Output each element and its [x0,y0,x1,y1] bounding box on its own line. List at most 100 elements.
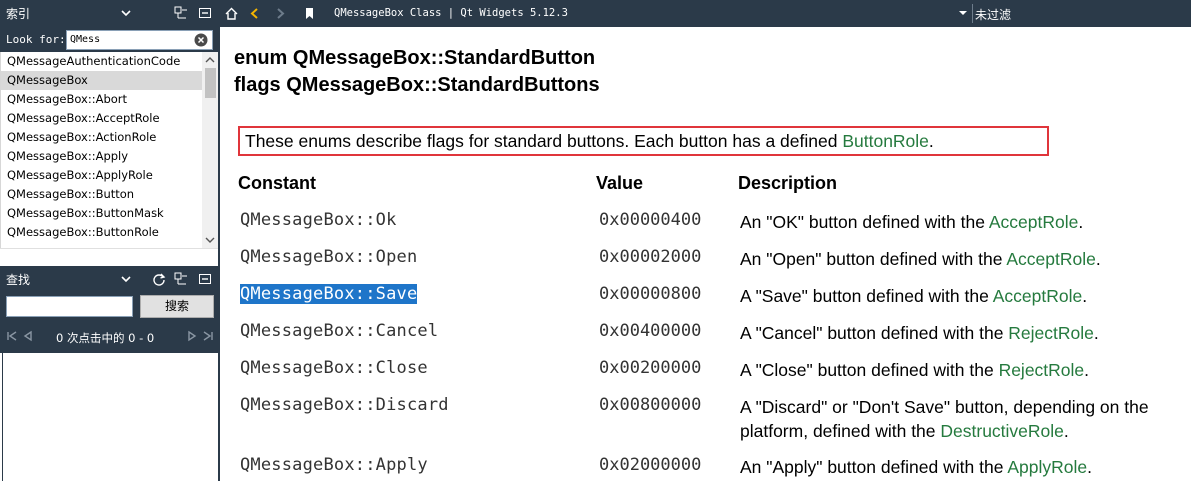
role-link[interactable]: AcceptRole [989,212,1079,232]
value-cell: 0x00800000 [599,395,702,415]
index-scrollbar[interactable] [202,52,218,248]
next-page-icon[interactable] [186,330,198,342]
search-panel-header: 查找 [0,266,218,293]
clear-icon[interactable] [194,33,208,47]
description-cell: A "Discard" or "Don't Save" button, depe… [740,395,1188,443]
sync-icon[interactable] [152,272,166,286]
toolbar-divider [972,4,973,23]
description-suffix: . [1082,286,1088,306]
role-link[interactable]: AcceptRole [993,286,1083,306]
role-link[interactable]: ApplyRole [1007,457,1087,477]
index-panel-header: 索引 [0,0,218,27]
value-cell: 0x00000800 [599,284,702,304]
column-header-value: Value [596,173,644,193]
description-suffix: . [1095,249,1101,269]
constant-cell: QMessageBox::Close [240,358,428,378]
constant-cell: QMessageBox::Ok [240,210,397,230]
chevron-down-icon[interactable] [958,8,968,18]
search-panel-title: 查找 [6,273,31,287]
role-link[interactable]: RejectRole [999,360,1085,380]
index-list-item[interactable]: QMessageBox::ButtonRole [1,223,202,242]
index-list-item[interactable]: QMessageBox::Button [1,185,202,204]
close-panel-icon[interactable] [198,6,212,20]
index-panel-title: 索引 [6,7,31,21]
collapse-all-icon[interactable] [174,272,188,286]
intro-highlight-box: These enums describe flags for standard … [238,126,1049,156]
value-cell: 0x00000400 [599,210,702,230]
constant-cell: QMessageBox::Open [240,247,418,267]
scroll-down-icon[interactable] [204,234,216,246]
index-list[interactable]: QMessageAuthenticationCode QMessageBox QMe… [0,52,202,248]
index-list-item[interactable]: QMessageBox::ActionRole [1,128,202,147]
description-cell: A "Save" button defined with the AcceptR… [740,284,1188,308]
search-input[interactable] [6,296,133,317]
description-cell: An "OK" button defined with the AcceptRo… [740,210,1188,234]
index-list-item[interactable]: QMessageBox::AcceptRole [1,109,202,128]
first-page-icon[interactable] [6,330,18,342]
chevron-down-icon[interactable] [120,7,132,19]
description-text: An "OK" button defined with the [740,212,989,232]
description-text: An "Open" button defined with the [740,249,1007,269]
results-pager: 0 次点击中的 0 - 0 [0,321,218,353]
intro-suffix: . [928,131,934,151]
description-text: An "Apply" button defined with the [740,457,1008,477]
column-header-description: Description [738,173,838,193]
doc-toolbar: QMessageBox Class | Qt Widgets 5.12.3 未过… [220,0,1191,27]
filter-dropdown[interactable]: 未过滤 [975,6,1011,23]
index-scroll-thumb[interactable] [205,68,216,98]
description-text: A "Cancel" button defined with the [740,323,1009,343]
prev-page-icon[interactable] [22,330,34,342]
description-suffix: . [1084,360,1090,380]
index-panel: 索引 Look for: QMess QMessageAuthenticatio… [0,0,218,481]
value-cell: 0x00200000 [599,358,702,378]
back-icon[interactable] [248,6,263,21]
constant-cell: QMessageBox::Cancel [240,321,439,341]
description-suffix: . [1087,457,1092,477]
value-cell: 0x00400000 [599,321,702,341]
look-for-bar: Look for: QMess [0,27,218,52]
constant-cell: QMessageBox::Apply [240,455,428,475]
value-cell: 0x00002000 [599,247,702,267]
role-link[interactable]: DestructiveRole [940,421,1064,441]
index-list-item[interactable]: QMessageAuthenticationCode [1,52,202,71]
role-link[interactable]: RejectRole [1008,323,1094,343]
collapse-all-icon[interactable] [174,6,188,20]
role-link[interactable]: AcceptRole [1006,249,1096,269]
description-cell: An "Open" button defined with the Accept… [740,247,1188,271]
enum-heading: enum QMessageBox::StandardButton [234,47,596,69]
scroll-up-icon[interactable] [204,54,216,66]
index-list-item[interactable]: QMessageBox::ButtonMask [1,204,202,223]
description-cell: A "Cancel" button defined with the Rejec… [740,321,1188,345]
description-text: A "Save" button defined with the [740,286,993,306]
doc-content: enum QMessageBox::StandardButton flags Q… [220,27,1191,481]
pager-text: 0 次点击中的 0 - 0 [56,331,155,345]
bookmark-icon[interactable] [302,6,317,21]
index-list-item[interactable]: QMessageBox::Abort [1,90,202,109]
index-horizontal-scrollbar[interactable] [0,248,218,265]
index-list-item[interactable]: QMessageBox [1,71,202,90]
flags-heading: flags QMessageBox::StandardButtons [234,74,600,96]
constant-cell: QMessageBox::Save [240,284,418,304]
search-results[interactable] [2,353,218,481]
index-list-item[interactable]: QMessageBox::Apply [1,147,202,166]
column-header-constant: Constant [238,173,316,193]
search-bar: 搜索 [0,293,218,321]
description-suffix: . [1078,212,1084,232]
forward-icon[interactable] [272,6,287,21]
button-role-link[interactable]: ButtonRole [842,131,929,151]
description-text: A "Close" button defined with the [740,360,999,380]
index-list-item[interactable]: QMessageBox::ApplyRole [1,166,202,185]
search-button[interactable]: 搜索 [140,295,214,318]
description-cell: An "Apply" button defined with the Apply… [740,455,1188,479]
description-cell: A "Close" button defined with the Reject… [740,358,1188,382]
intro-text: These enums describe flags for standard … [245,131,934,152]
look-for-input[interactable]: QMess [66,30,213,50]
look-for-label: Look for: [6,33,66,46]
description-suffix: . [1063,421,1069,441]
document-title: QMessageBox Class | Qt Widgets 5.12.3 [334,7,568,19]
close-panel-icon[interactable] [198,272,212,286]
chevron-down-icon[interactable] [120,273,132,285]
last-page-icon[interactable] [202,330,214,342]
home-icon[interactable] [224,6,239,21]
intro-prefix: These enums describe flags for standard … [245,131,843,151]
